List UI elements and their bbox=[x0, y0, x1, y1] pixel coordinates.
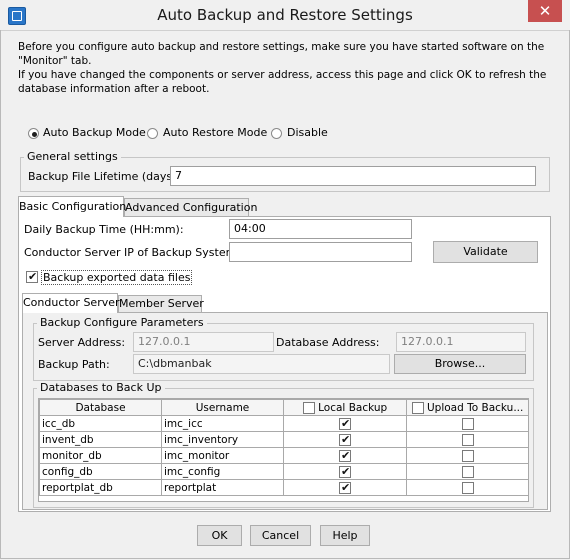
username-cell: imc_inventory bbox=[161, 431, 284, 448]
username-cell: imc_icc bbox=[161, 415, 284, 432]
close-button[interactable]: ✕ bbox=[528, 0, 562, 22]
validate-button[interactable]: Validate bbox=[433, 241, 538, 263]
local-backup-cell bbox=[283, 447, 407, 464]
export-checkbox-label[interactable]: Backup exported data files bbox=[41, 270, 193, 285]
general-settings-legend: General settings bbox=[24, 150, 121, 163]
upload-checkbox[interactable] bbox=[461, 417, 474, 430]
column-header-upload[interactable]: Upload To Backu... bbox=[406, 399, 529, 416]
lifetime-input[interactable]: 7 bbox=[170, 166, 536, 186]
column-header-database[interactable]: Database bbox=[39, 399, 162, 416]
table-row[interactable]: icc_db imc_icc bbox=[39, 415, 529, 432]
radio-auto-restore[interactable] bbox=[147, 128, 158, 139]
databases-table-container: Database Username Local Backup Upload To… bbox=[38, 398, 529, 502]
backup-params-legend: Backup Configure Parameters bbox=[37, 316, 207, 329]
upload-cell bbox=[406, 431, 529, 448]
database-address-label: Database Address: bbox=[276, 336, 380, 349]
upload-header-label: Upload To Backu... bbox=[426, 401, 524, 414]
database-cell: config_db bbox=[39, 463, 162, 480]
radio-auto-backup[interactable] bbox=[28, 128, 39, 139]
column-header-local-backup[interactable]: Local Backup bbox=[283, 399, 407, 416]
table-row[interactable]: reportplat_db reportplat bbox=[39, 479, 529, 496]
upload-cell bbox=[406, 447, 529, 464]
export-checkbox[interactable] bbox=[26, 270, 38, 283]
local-backup-cell bbox=[283, 479, 407, 496]
lifetime-label: Backup File Lifetime (days): bbox=[28, 170, 181, 183]
local-backup-cell bbox=[283, 463, 407, 480]
database-cell: invent_db bbox=[39, 431, 162, 448]
table-header-row: Database Username Local Backup Upload To… bbox=[39, 399, 529, 416]
upload-cell bbox=[406, 463, 529, 480]
username-cell: imc_config bbox=[161, 463, 284, 480]
cancel-button[interactable]: Cancel bbox=[250, 525, 311, 546]
upload-cell bbox=[406, 479, 529, 496]
server-address-input[interactable]: 127.0.0.1 bbox=[133, 332, 274, 352]
column-header-username[interactable]: Username bbox=[161, 399, 284, 416]
help-button[interactable]: Help bbox=[320, 525, 370, 546]
tab-member-server[interactable]: Member Server bbox=[118, 295, 204, 313]
local-backup-checkbox[interactable] bbox=[339, 465, 351, 478]
daily-time-label: Daily Backup Time (HH:mm): bbox=[24, 223, 184, 236]
username-cell: imc_monitor bbox=[161, 447, 284, 464]
database-cell: icc_db bbox=[39, 415, 162, 432]
backup-path-label: Backup Path: bbox=[38, 358, 110, 371]
radio-auto-restore-label[interactable]: Auto Restore Mode bbox=[163, 126, 267, 139]
upload-checkbox[interactable] bbox=[461, 449, 474, 462]
window-title: Auto Backup and Restore Settings bbox=[157, 6, 413, 24]
server-address-label: Server Address: bbox=[38, 336, 126, 349]
conductor-ip-input[interactable] bbox=[229, 242, 412, 262]
database-cell: reportplat_db bbox=[39, 479, 162, 496]
local-backup-select-all-checkbox[interactable] bbox=[302, 401, 315, 414]
ok-button[interactable]: OK bbox=[197, 525, 242, 546]
tab-basic-configuration[interactable]: Basic Configuration bbox=[18, 196, 126, 217]
tab-conductor-server[interactable]: Conductor Server bbox=[22, 293, 120, 313]
conductor-ip-label: Conductor Server IP of Backup System: bbox=[24, 246, 241, 259]
databases-table: Database Username Local Backup Upload To… bbox=[39, 399, 529, 496]
intro-text: Before you configure auto backup and res… bbox=[18, 41, 547, 95]
local-backup-cell bbox=[283, 415, 407, 432]
local-backup-cell bbox=[283, 431, 407, 448]
radio-disable-label[interactable]: Disable bbox=[287, 126, 328, 139]
database-address-input[interactable]: 127.0.0.1 bbox=[396, 332, 526, 352]
local-backup-header-label: Local Backup bbox=[318, 401, 388, 414]
upload-checkbox[interactable] bbox=[461, 465, 474, 478]
table-row[interactable]: config_db imc_config bbox=[39, 463, 529, 480]
upload-checkbox[interactable] bbox=[461, 481, 474, 494]
upload-select-all-checkbox[interactable] bbox=[411, 401, 424, 414]
local-backup-checkbox[interactable] bbox=[339, 417, 351, 430]
upload-cell bbox=[406, 415, 529, 432]
local-backup-checkbox[interactable] bbox=[339, 481, 351, 494]
table-row[interactable]: monitor_db imc_monitor bbox=[39, 447, 529, 464]
backup-path-input[interactable]: C:\dbmanbak bbox=[133, 354, 390, 374]
username-cell: reportplat bbox=[161, 479, 284, 496]
upload-checkbox[interactable] bbox=[461, 433, 474, 446]
table-row[interactable]: invent_db imc_inventory bbox=[39, 431, 529, 448]
close-icon: ✕ bbox=[538, 2, 552, 20]
tab-advanced-configuration[interactable]: Advanced Configuration bbox=[124, 198, 257, 217]
browse-button[interactable]: Browse... bbox=[394, 354, 526, 374]
databases-legend: Databases to Back Up bbox=[37, 381, 165, 394]
database-cell: monitor_db bbox=[39, 447, 162, 464]
daily-time-input[interactable]: 04:00 bbox=[229, 219, 412, 239]
local-backup-checkbox[interactable] bbox=[339, 433, 351, 446]
local-backup-checkbox[interactable] bbox=[339, 449, 351, 462]
radio-disable[interactable] bbox=[271, 128, 282, 139]
radio-auto-backup-label[interactable]: Auto Backup Mode bbox=[43, 126, 146, 139]
